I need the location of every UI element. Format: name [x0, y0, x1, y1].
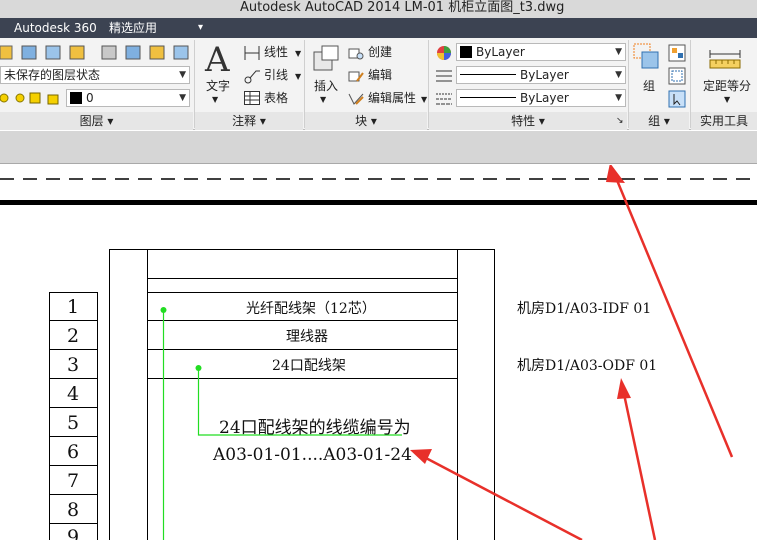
layer-state-value: 未保存的图层状态 — [4, 68, 101, 82]
rack-unit-label: 24口配线架 — [272, 358, 346, 374]
drawing-canvas[interactable]: 1 2 3 4 5 6 7 8 9 光纤配线架（12芯） 理线器 24口配线架 … — [0, 165, 757, 540]
layer-status-icons[interactable] — [0, 90, 70, 106]
chevron-down-icon: ▼ — [615, 70, 622, 80]
row-number: 1 — [67, 296, 80, 318]
edit-label[interactable]: 编辑 — [368, 67, 392, 83]
panel-launcher-icon[interactable]: ↘ — [616, 113, 624, 129]
groups-panel-title[interactable]: 组 ▾ — [629, 112, 689, 130]
edit-block-icon[interactable] — [348, 69, 364, 83]
red-arrow-head-3 — [617, 378, 631, 399]
menu-autodesk-360[interactable]: Autodesk 360 — [14, 18, 97, 38]
chevron-down-icon[interactable]: ▼ — [295, 69, 301, 85]
chevron-down-icon: ▼ — [179, 93, 186, 103]
row-number: 6 — [67, 441, 80, 463]
layer-state-dropdown[interactable]: 未保存的图层状态 ▼ — [0, 66, 190, 84]
group-icon[interactable] — [632, 42, 662, 72]
ungroup-icon[interactable] — [668, 44, 686, 62]
title-bar: Autodesk AutoCAD 2014 LM-01 机柜立面图_t3.dwg — [0, 0, 757, 18]
drawing-frame-border — [0, 200, 757, 205]
color-value: ByLayer — [476, 45, 525, 59]
layer-color-swatch — [70, 92, 82, 104]
rack-outline — [109, 249, 495, 540]
rack-unit-label: 理线器 — [286, 329, 328, 345]
layer-value: 0 — [86, 91, 94, 105]
chevron-down-icon: ▼ — [615, 47, 622, 57]
utilities-panel-title[interactable]: 实用工具 — [691, 112, 757, 130]
edit-attributes-icon[interactable] — [348, 92, 364, 106]
table-label[interactable]: 表格 — [264, 90, 288, 106]
block-panel-title[interactable]: 块 ▾ — [305, 112, 427, 130]
edit-attributes-label[interactable]: 编辑属性 — [368, 90, 416, 106]
row-number: 5 — [67, 412, 80, 434]
linear-dimension-icon[interactable] — [244, 46, 260, 60]
lineweight-icon[interactable] — [436, 92, 452, 106]
menu-bar: Autodesk 360 精选应用 ▾ — [0, 18, 757, 38]
linetype-value: ByLayer — [520, 68, 569, 82]
measure-icon[interactable] — [708, 48, 742, 70]
group-edit-icon[interactable] — [668, 67, 686, 85]
leader-icon[interactable] — [244, 68, 260, 84]
group-label[interactable]: 组 — [643, 78, 655, 94]
chevron-down-icon[interactable]: ▼ — [421, 92, 427, 108]
red-arrow-head-2 — [410, 449, 432, 464]
note-text-line1: 24口配线架的线缆编号为 — [219, 418, 411, 438]
rack-unit-label: 光纤配线架（12芯） — [246, 301, 376, 317]
menu-featured-apps[interactable]: 精选应用 — [109, 18, 157, 38]
note-text-line2: A03-01-01....A03-01-24 — [213, 445, 412, 465]
color-dropdown[interactable]: ByLayer ▼ — [456, 43, 626, 61]
annotation-panel-title[interactable]: 注释 ▾ — [195, 112, 303, 130]
row-number: 2 — [67, 325, 80, 347]
side-label: 机房D1/A03-IDF 01 — [517, 301, 652, 317]
red-arrow-2 — [423, 455, 583, 540]
create-block-icon[interactable] — [348, 46, 364, 60]
leader-label[interactable]: 引线 — [264, 67, 288, 83]
chevron-down-icon: ▼ — [615, 93, 622, 103]
linetype-dropdown[interactable]: ByLayer ▼ — [456, 66, 626, 84]
table-icon[interactable] — [244, 91, 260, 105]
chevron-down-icon[interactable]: ▼ — [724, 92, 730, 108]
linetype-icon[interactable] — [436, 69, 452, 83]
layer-tools-icons[interactable] — [0, 44, 190, 62]
menu-more-icon[interactable]: ▾ — [198, 18, 203, 38]
layers-panel-title[interactable]: 图层 ▾ — [0, 112, 193, 130]
properties-panel-title[interactable]: 特性 ▾ — [429, 112, 627, 130]
red-arrow-3 — [622, 393, 657, 540]
group-select-icon[interactable] — [668, 90, 686, 108]
lineweight-value: ByLayer — [520, 91, 569, 105]
leader-dot-green — [160, 307, 167, 313]
leader-dot-green — [195, 365, 202, 371]
window-title: Autodesk AutoCAD 2014 LM-01 机柜立面图_t3.dwg — [240, 0, 565, 15]
layer-dropdown[interactable]: 0 ▼ — [66, 89, 190, 107]
row-number: 9 — [67, 526, 80, 540]
lineweight-sample — [460, 97, 516, 98]
row-number: 8 — [67, 499, 80, 521]
create-label[interactable]: 创建 — [368, 44, 392, 60]
row-number: 3 — [67, 354, 80, 376]
text-tool-icon[interactable]: A — [205, 42, 230, 78]
cad-drawing — [0, 165, 757, 540]
ribbon: 未保存的图层状态 ▼ 0 ▼ 图层 ▾ A 文字 ▼ 线性 ▼ 引线 ▼ 表格 … — [0, 38, 757, 130]
side-label: 机房D1/A03-ODF 01 — [517, 358, 658, 374]
row-number: 7 — [67, 470, 80, 492]
linetype-sample — [460, 74, 516, 75]
drawing-tab-strip — [0, 131, 757, 164]
red-arrow-head-1 — [606, 165, 625, 183]
insert-block-icon[interactable] — [312, 44, 340, 74]
linear-label[interactable]: 线性 — [264, 44, 288, 60]
chevron-down-icon[interactable]: ▼ — [212, 92, 218, 108]
chevron-down-icon[interactable]: ▼ — [320, 92, 326, 108]
chevron-down-icon[interactable]: ▼ — [295, 46, 301, 62]
lineweight-dropdown[interactable]: ByLayer ▼ — [456, 89, 626, 107]
color-wheel-icon[interactable] — [435, 44, 453, 62]
chevron-down-icon: ▼ — [179, 70, 186, 80]
color-swatch — [460, 46, 472, 58]
row-number: 4 — [67, 383, 80, 405]
autocad-window: Autodesk AutoCAD 2014 LM-01 机柜立面图_t3.dwg… — [0, 0, 757, 540]
